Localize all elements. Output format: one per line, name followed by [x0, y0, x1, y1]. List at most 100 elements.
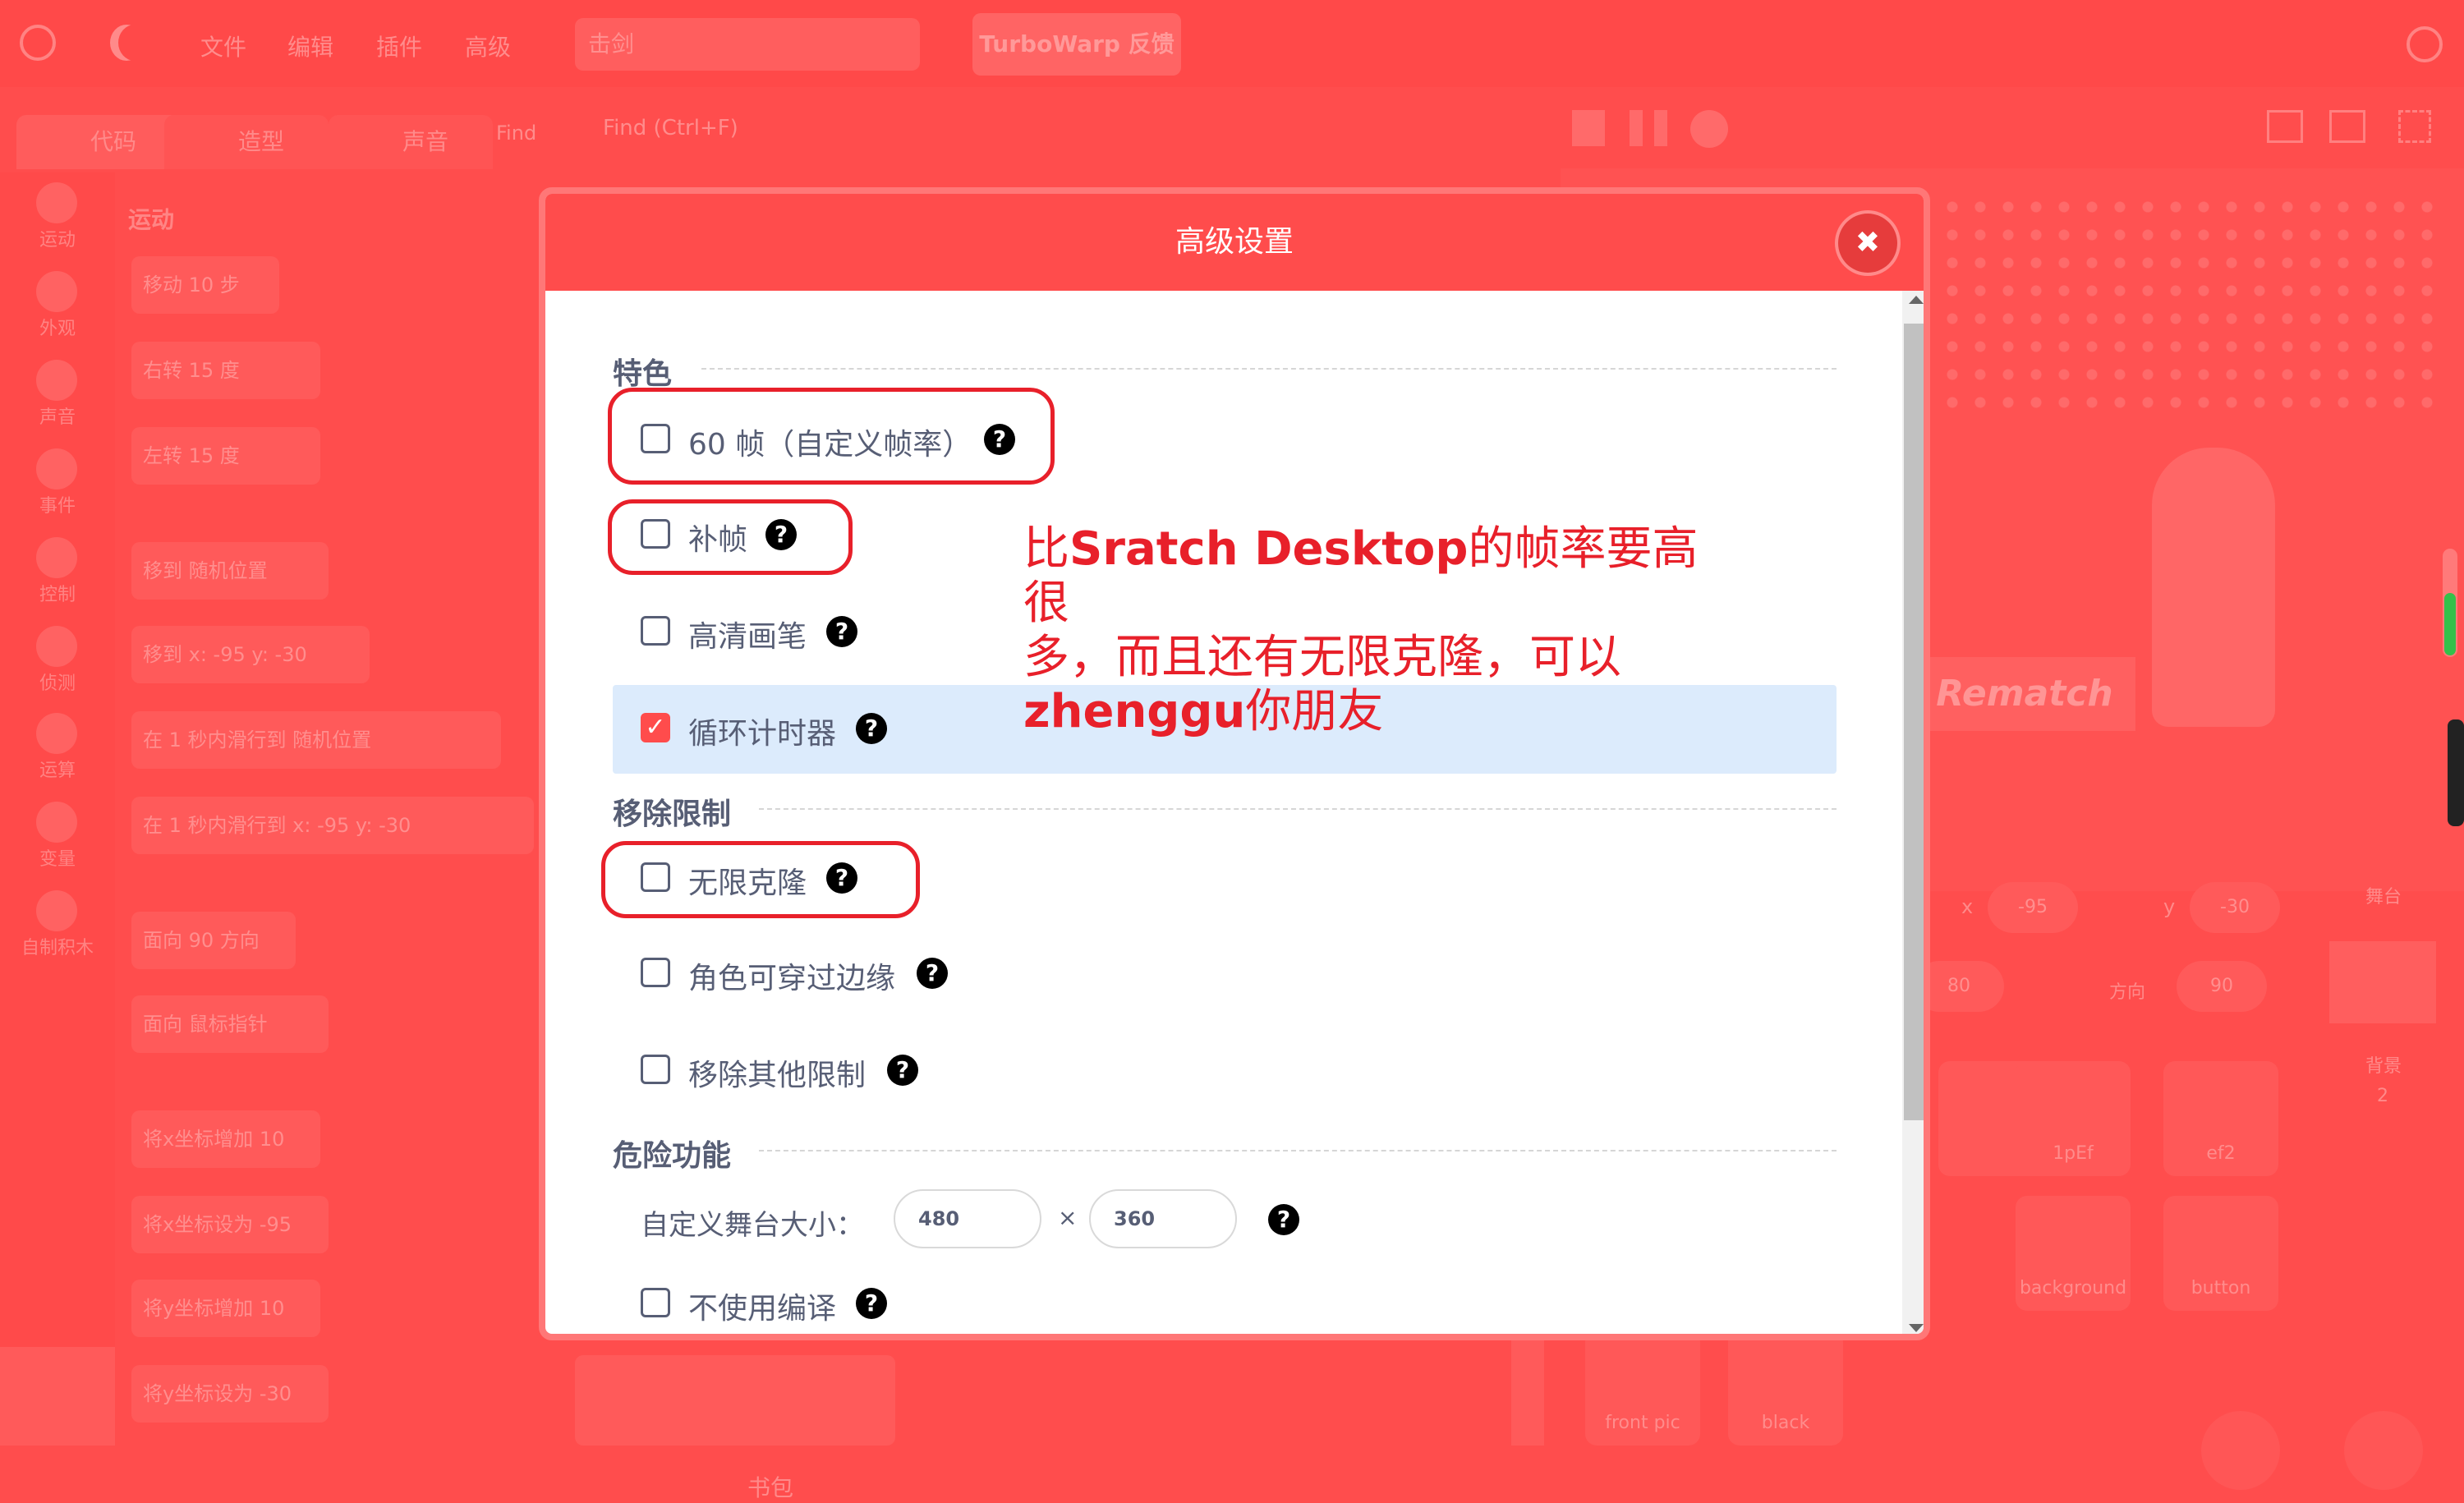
- scroll-down-arrow-icon[interactable]: [1909, 1324, 1924, 1332]
- palette-block[interactable]: 将x坐标增加 10: [131, 1110, 320, 1168]
- tab-costumes[interactable]: 造型: [164, 115, 329, 169]
- palette-block[interactable]: 移到 x: -95 y: -30: [131, 626, 370, 683]
- stage-width-input[interactable]: 480: [894, 1189, 1041, 1248]
- checkbox-remove-fencing[interactable]: [641, 958, 670, 987]
- find-label: Find: [496, 122, 537, 145]
- tab-code[interactable]: 代码: [16, 115, 181, 169]
- large-stage-icon[interactable]: [2329, 110, 2365, 143]
- checkbox-disable-compiler[interactable]: [641, 1288, 670, 1317]
- stop-icon[interactable]: [1690, 110, 1728, 148]
- help-icon[interactable]: ?: [856, 713, 887, 744]
- category-events[interactable]: [36, 448, 77, 490]
- option-label: 不使用编译: [688, 1292, 837, 1326]
- stage-panel-label: 舞台: [2365, 887, 2402, 908]
- category-operators[interactable]: [36, 713, 77, 754]
- script-area-block: [1511, 1331, 1544, 1446]
- menu-bar: 文件 编辑 插件 高级 击剑 TurboWarp 反馈: [0, 0, 2464, 87]
- help-icon[interactable]: ?: [856, 1288, 887, 1319]
- palette-block[interactable]: 将y坐标设为 -30: [131, 1365, 329, 1423]
- palette-block[interactable]: 在 1 秒内滑行到 x: -95 y: -30: [131, 797, 534, 854]
- section-title-remove-limits: 移除限制: [613, 797, 732, 831]
- category-label: 外观: [39, 319, 76, 339]
- sprite-name: front pic: [1605, 1413, 1680, 1433]
- small-stage-icon[interactable]: [2267, 110, 2303, 143]
- category-looks[interactable]: [36, 271, 77, 312]
- stage-size-times: ×: [1058, 1204, 1078, 1231]
- backdrop-count: 2: [2377, 1086, 2388, 1106]
- menu-addons[interactable]: 插件: [376, 30, 422, 62]
- stage-height-input[interactable]: 360: [1089, 1189, 1237, 1248]
- find-input[interactable]: Find (Ctrl+F): [591, 103, 800, 153]
- category-label: 侦测: [39, 673, 76, 694]
- category-sensing[interactable]: [36, 626, 77, 667]
- help-icon[interactable]: ?: [917, 958, 948, 989]
- tab-sounds[interactable]: 声音: [329, 115, 493, 169]
- stage-thumbnail[interactable]: [2329, 941, 2436, 1023]
- pause-icon[interactable]: [1630, 110, 1667, 146]
- help-icon[interactable]: ?: [887, 1055, 918, 1086]
- category-label: 控制: [39, 585, 76, 605]
- script-area-block: [575, 1355, 895, 1446]
- category-label: 事件: [39, 496, 76, 517]
- sprite-card[interactable]: front pic: [1585, 1331, 1700, 1446]
- help-icon[interactable]: ?: [1268, 1204, 1299, 1235]
- palette-block[interactable]: 移到 随机位置: [131, 542, 329, 600]
- annotation-line: 多，而且还有无限克隆，可以: [1023, 631, 1621, 684]
- palette-block[interactable]: 左转 15 度: [131, 427, 320, 485]
- palette-block[interactable]: 面向 鼠标指针: [131, 995, 329, 1053]
- category-motion[interactable]: [36, 182, 77, 223]
- menu-edit[interactable]: 编辑: [287, 30, 333, 62]
- add-extension-button[interactable]: [0, 1347, 115, 1446]
- volume-meter-fill: [2444, 593, 2456, 655]
- palette-block[interactable]: 在 1 秒内滑行到 随机位置: [131, 711, 501, 769]
- category-sound[interactable]: [36, 360, 77, 401]
- menu-file[interactable]: 文件: [200, 30, 246, 62]
- help-icon[interactable]: [2407, 26, 2443, 62]
- close-icon[interactable]: ✖: [1838, 214, 1897, 273]
- palette-block[interactable]: 移动 10 步: [131, 256, 279, 314]
- category-variables[interactable]: [36, 802, 77, 843]
- menu-advanced[interactable]: 高级: [465, 30, 511, 62]
- backpack-label[interactable]: 书包: [747, 1470, 793, 1503]
- theme-moon-icon[interactable]: [118, 25, 151, 61]
- sprite-card[interactable]: button: [2163, 1196, 2278, 1311]
- palette-block[interactable]: 将x坐标设为 -95: [131, 1196, 329, 1253]
- sprite-card[interactable]: black: [1728, 1331, 1843, 1446]
- direction-input[interactable]: 90: [2177, 961, 2267, 1012]
- category-control[interactable]: [36, 537, 77, 578]
- globe-icon[interactable]: [20, 25, 56, 61]
- section-divider: [759, 808, 1837, 810]
- palette-block[interactable]: 面向 90 方向: [131, 912, 296, 969]
- y-input[interactable]: -30: [2190, 882, 2280, 933]
- x-input[interactable]: -95: [1988, 882, 2078, 933]
- dialog-scrollbar-thumb[interactable]: [1904, 324, 1924, 1120]
- sprite-name: button: [2190, 1278, 2251, 1298]
- stage-size-label: 自定义舞台大小：: [641, 1209, 864, 1242]
- annotation-text: 比Sratch Desktop的帧率要高很 多，而且还有无限克隆，可以 zhen…: [1023, 522, 1738, 739]
- fullscreen-icon[interactable]: [2398, 110, 2431, 143]
- sprite-card[interactable]: ef2: [2163, 1061, 2278, 1176]
- add-backdrop-button[interactable]: [2344, 1411, 2423, 1490]
- help-icon[interactable]: ?: [826, 616, 857, 647]
- category-label: 运动: [39, 230, 76, 250]
- add-sprite-button[interactable]: [2201, 1411, 2280, 1490]
- option-label: 角色可穿过边缘: [688, 962, 896, 995]
- feedback-button[interactable]: TurboWarp 反馈: [972, 13, 1181, 76]
- backdrop-label: 背景: [2365, 1056, 2402, 1077]
- green-flag-icon[interactable]: [1572, 110, 1605, 146]
- project-title-input[interactable]: 击剑: [575, 18, 920, 71]
- sprite-card[interactable]: background: [2016, 1196, 2131, 1311]
- checkbox-remove-misc-limits[interactable]: [641, 1055, 670, 1084]
- section-divider: [759, 1150, 1837, 1151]
- palette-block[interactable]: 将y坐标增加 10: [131, 1280, 320, 1337]
- palette-block[interactable]: 右转 15 度: [131, 342, 320, 399]
- sprite-card[interactable]: 1pEf: [2016, 1061, 2131, 1176]
- section-title-danger: 危险功能: [613, 1139, 732, 1173]
- checkbox-warp-timer[interactable]: ✓: [641, 713, 670, 742]
- rematch-label: Rematch: [1914, 657, 2135, 731]
- palette-heading: 运动: [128, 206, 175, 233]
- category-myblocks[interactable]: [36, 890, 77, 931]
- checkbox-hq-pen[interactable]: [641, 616, 670, 646]
- scroll-up-arrow-icon[interactable]: [1909, 296, 1924, 304]
- sprite-name: background: [2019, 1278, 2127, 1298]
